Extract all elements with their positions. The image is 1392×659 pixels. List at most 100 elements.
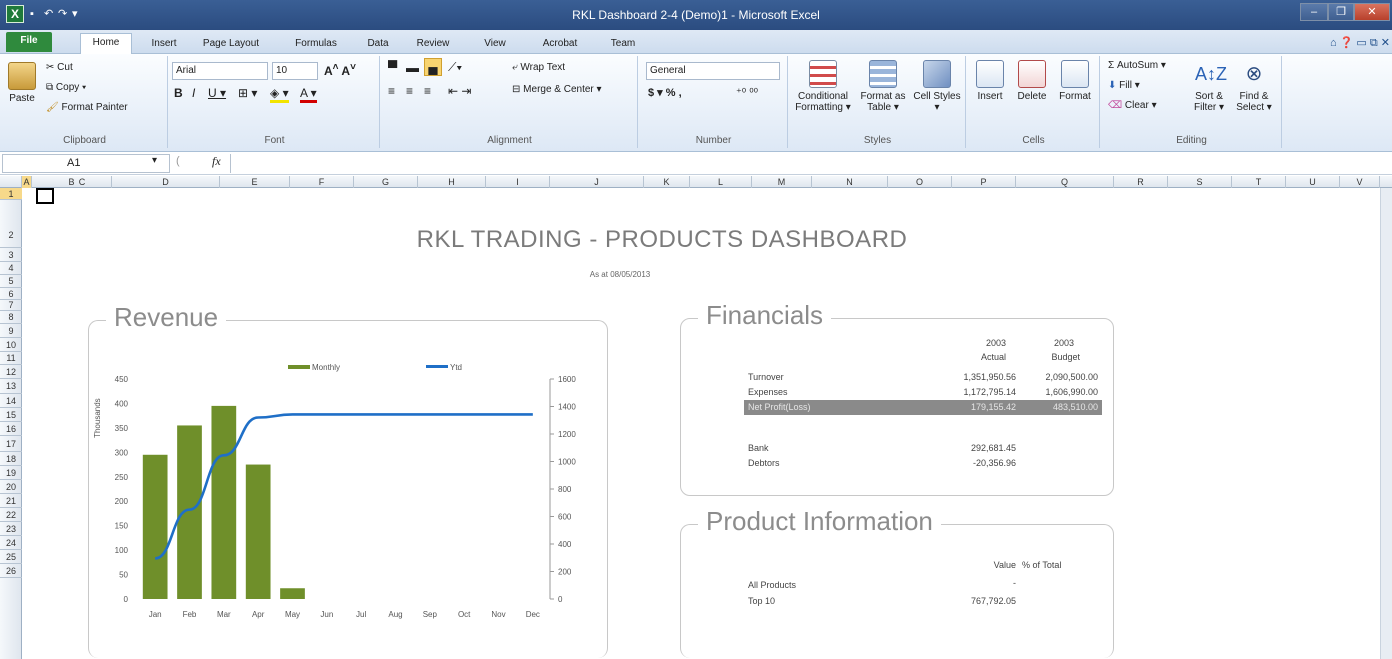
column-header[interactable]: R [1114, 176, 1168, 188]
column-header[interactable]: T [1232, 176, 1286, 188]
paste-button[interactable]: Paste [4, 62, 40, 104]
row-header[interactable]: 22 [0, 508, 22, 522]
grow-font-button[interactable]: A˄ A˅ [324, 62, 356, 78]
name-box[interactable]: A1 [2, 154, 170, 173]
tab-view[interactable]: View [478, 35, 512, 54]
cancel-icon[interactable]: ( [176, 155, 180, 167]
row-header[interactable]: 10 [0, 338, 22, 352]
tab-insert[interactable]: Insert [144, 35, 184, 54]
column-header[interactable]: E [220, 176, 290, 188]
column-header[interactable]: A [22, 176, 32, 188]
orientation-icon[interactable]: ⟋▾ [448, 60, 462, 75]
align-center-icon[interactable]: ≡ [406, 84, 413, 98]
column-header[interactable]: L [690, 176, 752, 188]
column-header[interactable]: M [752, 176, 812, 188]
font-size-select[interactable]: 10 [272, 62, 318, 80]
row-header[interactable]: 18 [0, 452, 22, 466]
delete-cells-button[interactable]: Delete [1012, 60, 1052, 102]
format-painter-button[interactable]: 🖌 Format Painter [46, 102, 128, 113]
row-header[interactable]: 9 [0, 324, 22, 338]
find-select-button[interactable]: ⊗ Find & Select ▾ [1232, 60, 1276, 113]
row-header[interactable]: 16 [0, 422, 22, 436]
row-header[interactable]: 15 [0, 408, 22, 422]
vertical-scrollbar[interactable] [1380, 188, 1392, 659]
restore-icon[interactable]: ❐ [1328, 3, 1354, 21]
sort-filter-button[interactable]: A↕Z Sort & Filter ▾ [1188, 60, 1230, 113]
underline-button[interactable]: U ▾ [208, 86, 226, 100]
row-header[interactable]: 17 [0, 436, 22, 452]
tab-home[interactable]: Home [80, 33, 132, 55]
decimal-buttons[interactable]: ⁺⁰ ⁰⁰ [736, 86, 758, 99]
formula-input[interactable] [230, 154, 1380, 173]
column-header[interactable]: G [354, 176, 418, 188]
column-header[interactable]: Q [1016, 176, 1114, 188]
row-header[interactable]: 21 [0, 494, 22, 508]
align-middle-icon[interactable]: ▬ [406, 60, 419, 75]
fill-button[interactable]: ⬇ Fill ▾ [1108, 80, 1140, 91]
help-icon[interactable]: ⌂ ❓ ▭ ⧉ ✕ [1296, 35, 1390, 54]
align-bottom-icon[interactable]: ▄ [424, 58, 442, 76]
align-left-icon[interactable]: ≡ [388, 84, 395, 98]
row-header[interactable]: 11 [0, 352, 22, 365]
column-header[interactable]: U [1286, 176, 1340, 188]
tab-file[interactable]: File [6, 32, 52, 52]
column-header[interactable]: P [952, 176, 1016, 188]
insert-cells-button[interactable]: Insert [970, 60, 1010, 102]
tab-acrobat[interactable]: Acrobat [536, 35, 584, 54]
cell-styles-button[interactable]: Cell Styles ▾ [912, 60, 962, 113]
minimize-icon[interactable]: – [1300, 3, 1328, 21]
row-header[interactable]: 1 [0, 188, 22, 200]
column-header[interactable]: H [418, 176, 486, 188]
column-header[interactable]: O [888, 176, 952, 188]
indent-icon[interactable]: ⇤ ⇥ [448, 84, 471, 98]
font-name-select[interactable]: Arial [172, 62, 268, 80]
align-right-icon[interactable]: ≡ [424, 84, 431, 98]
bold-button[interactable]: B [174, 86, 183, 100]
number-format-select[interactable]: General [646, 62, 780, 80]
row-header[interactable]: 19 [0, 466, 22, 480]
column-header[interactable]: D [112, 176, 220, 188]
format-cells-button[interactable]: Format [1054, 60, 1096, 102]
column-header[interactable]: K [644, 176, 690, 188]
font-color-icon[interactable]: A ▾ [300, 86, 317, 103]
row-header[interactable]: 7 [0, 300, 22, 311]
tab-data[interactable]: Data [362, 35, 394, 54]
function-icon[interactable]: fx [212, 154, 221, 169]
column-header[interactable]: J [550, 176, 644, 188]
row-header[interactable]: 4 [0, 262, 22, 275]
column-header[interactable]: S [1168, 176, 1232, 188]
column-header[interactable]: I [486, 176, 550, 188]
clear-button[interactable]: ⌫ Clear ▾ [1108, 100, 1157, 111]
fill-color-icon[interactable]: ◈ ▾ [270, 86, 289, 103]
align-top-icon[interactable]: ▀ [388, 60, 397, 75]
row-header[interactable]: 26 [0, 564, 22, 578]
italic-button[interactable]: I [192, 86, 195, 100]
borders-icon[interactable]: ⊞ ▾ [238, 86, 257, 100]
active-cell[interactable] [36, 188, 54, 204]
select-all-corner[interactable] [0, 176, 22, 188]
row-header[interactable]: 24 [0, 536, 22, 550]
tab-formulas[interactable]: Formulas [288, 35, 344, 54]
currency-button[interactable]: $ ▾ % , [648, 86, 682, 99]
column-header[interactable]: F [290, 176, 354, 188]
row-header[interactable]: 5 [0, 275, 22, 288]
name-box-dropdown-icon[interactable]: ▾ [152, 155, 157, 166]
tab-page-layout[interactable]: Page Layout [196, 35, 266, 54]
column-header[interactable]: N [812, 176, 888, 188]
row-header[interactable]: 8 [0, 311, 22, 324]
row-header[interactable]: 14 [0, 394, 22, 408]
column-header[interactable]: V [1340, 176, 1380, 188]
copy-button[interactable]: ⧉ Copy ▾ [46, 82, 86, 93]
tab-team[interactable]: Team [604, 35, 642, 54]
column-header[interactable]: C [52, 176, 112, 188]
format-as-table-button[interactable]: Format as Table ▾ [858, 60, 908, 113]
row-header[interactable]: 23 [0, 522, 22, 536]
row-header[interactable]: 13 [0, 379, 22, 394]
row-header[interactable]: 6 [0, 288, 22, 300]
row-header[interactable]: 25 [0, 550, 22, 564]
wrap-text-button[interactable]: ⤶ Wrap Text [512, 62, 565, 73]
conditional-formatting-button[interactable]: Conditional Formatting ▾ [792, 60, 854, 113]
cut-button[interactable]: ✂ Cut [46, 62, 73, 73]
tab-review[interactable]: Review [412, 35, 454, 54]
row-header[interactable]: 20 [0, 480, 22, 494]
